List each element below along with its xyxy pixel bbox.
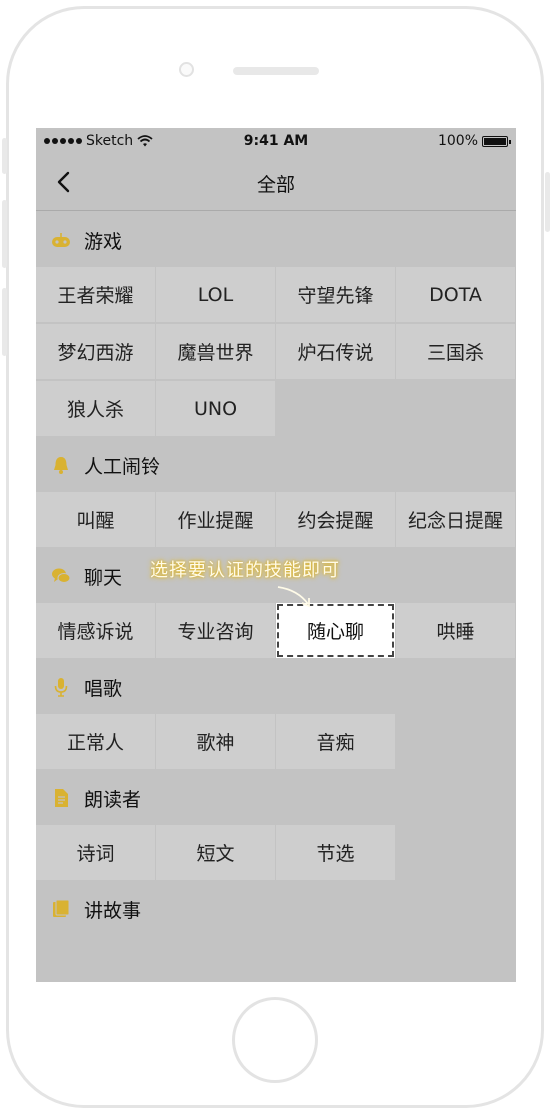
tag-excerpt[interactable]: 节选 <box>276 825 395 880</box>
document-icon <box>51 788 71 808</box>
tag-anniversary-reminder[interactable]: 纪念日提醒 <box>396 492 515 547</box>
alarm-grid: 叫醒 作业提醒 约会提醒 纪念日提醒 <box>36 492 516 547</box>
screen: Sketch 9:41 AM 100% 全部 游戏 王者荣耀 LOL 守望先锋 … <box>36 128 516 982</box>
tag-three-kingdoms-kill[interactable]: 三国杀 <box>396 324 515 379</box>
tutorial-hint: 选择要认证的技能即可 <box>150 560 340 581</box>
section-header-reader: 朗读者 <box>36 769 516 825</box>
section-title: 游戏 <box>84 231 123 253</box>
tag-casual-chat-selected[interactable]: 随心聊 <box>276 603 395 658</box>
games-grid: 王者荣耀 LOL 守望先锋 DOTA 梦幻西游 魔兽世界 炉石传说 三国杀 狼人… <box>36 267 516 436</box>
chat-grid: 情感诉说 专业咨询 随心聊 哄睡 <box>36 603 516 658</box>
tag-wake-up[interactable]: 叫醒 <box>36 492 155 547</box>
section-header-story: 讲故事 <box>36 880 516 936</box>
section-header-alarm: 人工闹铃 <box>36 436 516 492</box>
tag-singing-god[interactable]: 歌神 <box>156 714 275 769</box>
book-icon <box>51 899 71 919</box>
tag-tone-deaf[interactable]: 音痴 <box>276 714 395 769</box>
phone-side-button <box>2 138 7 174</box>
status-right: 100% <box>437 133 511 149</box>
tag-uno[interactable]: UNO <box>156 381 275 436</box>
page-title: 全部 <box>256 174 295 196</box>
tag-lull-to-sleep[interactable]: 哄睡 <box>396 603 515 658</box>
tag-short-essay[interactable]: 短文 <box>156 825 275 880</box>
tag-fantasy-westward[interactable]: 梦幻西游 <box>36 324 155 379</box>
gamepad-icon <box>51 230 71 250</box>
phone-volume-down <box>2 288 7 356</box>
chat-bubble-icon <box>51 566 71 586</box>
speaker <box>233 67 319 75</box>
section-title: 唱歌 <box>84 678 123 700</box>
tag-date-reminder[interactable]: 约会提醒 <box>276 492 395 547</box>
tag-normal-singer[interactable]: 正常人 <box>36 714 155 769</box>
phone-volume-up <box>2 200 7 268</box>
home-button[interactable] <box>232 997 318 1083</box>
tag-poetry[interactable]: 诗词 <box>36 825 155 880</box>
tag-overwatch[interactable]: 守望先锋 <box>276 267 395 322</box>
camera <box>179 62 194 77</box>
section-title: 讲故事 <box>84 900 142 922</box>
tag-hearthstone[interactable]: 炉石传说 <box>276 324 395 379</box>
tag-dota[interactable]: DOTA <box>396 267 515 322</box>
section-header-games: 游戏 <box>36 211 516 267</box>
tag-homework-reminder[interactable]: 作业提醒 <box>156 492 275 547</box>
tag-werewolf[interactable]: 狼人杀 <box>36 381 155 436</box>
tag-lol[interactable]: LOL <box>156 267 275 322</box>
reader-grid: 诗词 短文 节选 <box>36 825 516 880</box>
microphone-icon <box>51 677 71 697</box>
battery-icon <box>482 135 511 147</box>
phone-power-button <box>545 172 550 232</box>
section-header-sing: 唱歌 <box>36 658 516 714</box>
section-title: 人工闹铃 <box>84 456 161 478</box>
section-title: 朗读者 <box>84 789 142 811</box>
battery-percent: 100% <box>437 133 478 149</box>
section-title: 聊天 <box>84 567 123 589</box>
nav-bar: 全部 <box>36 154 516 211</box>
tag-professional-consult[interactable]: 专业咨询 <box>156 603 275 658</box>
hint-arrow-icon <box>277 586 310 608</box>
tag-world-of-warcraft[interactable]: 魔兽世界 <box>156 324 275 379</box>
sing-grid: 正常人 歌神 音痴 <box>36 714 516 769</box>
tag-emotional-talk[interactable]: 情感诉说 <box>36 603 155 658</box>
bell-icon <box>51 455 71 475</box>
tag-honor-of-kings[interactable]: 王者荣耀 <box>36 267 155 322</box>
status-bar: Sketch 9:41 AM 100% <box>36 128 516 154</box>
